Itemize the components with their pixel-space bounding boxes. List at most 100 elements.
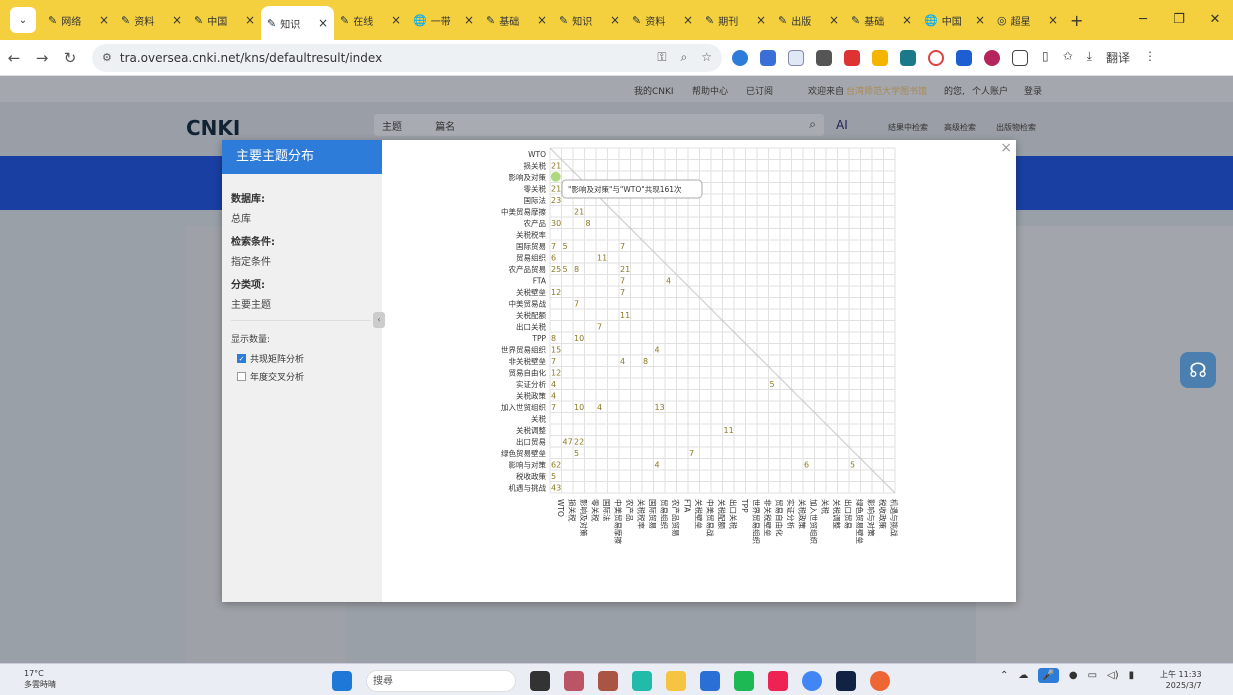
matrix-cell-value[interactable]: 8 xyxy=(586,219,591,228)
line-icon[interactable] xyxy=(734,671,754,691)
puzzle-icon[interactable] xyxy=(1012,49,1028,66)
publication-search-link[interactable]: 出版物检索 xyxy=(996,122,1036,133)
close-tab-icon[interactable]: × xyxy=(1048,13,1058,27)
star-icon[interactable]: ☆ xyxy=(701,50,712,65)
matrix-cell-value[interactable]: 7 xyxy=(689,449,694,458)
close-tab-icon[interactable]: × xyxy=(829,13,839,27)
advanced-search-link[interactable]: 高级检索 xyxy=(944,122,976,133)
matrix-cell-value[interactable]: 7 xyxy=(620,242,625,251)
microphone-icon[interactable]: 🎤 xyxy=(1038,668,1059,683)
sidebar-icon[interactable]: ▯ xyxy=(1042,49,1049,66)
matrix-cell-value[interactable]: 5 xyxy=(770,380,775,389)
highlight-marker[interactable] xyxy=(550,171,561,182)
url-field[interactable]: ⚙ tra.oversea.cnki.net/kns/defaultresult… xyxy=(92,43,722,72)
extension-icon[interactable] xyxy=(900,49,916,66)
task-view-icon[interactable] xyxy=(530,671,550,691)
matrix-cell-value[interactable]: 4 xyxy=(655,461,660,470)
browser-tab[interactable]: ✎ 知识 × xyxy=(553,6,626,34)
matrix-cell-value[interactable]: 11 xyxy=(724,426,734,435)
matrix-cell-value[interactable]: 30 xyxy=(551,219,561,228)
matrix-cell-value[interactable]: 4 xyxy=(666,277,671,286)
matrix-cell-value[interactable]: 5 xyxy=(563,265,568,274)
matrix-cell-value[interactable]: 47 xyxy=(563,438,573,447)
reload-icon[interactable]: ↻ xyxy=(56,49,84,67)
clock[interactable]: 上午 11:33 2025/3/7 xyxy=(1160,669,1202,691)
matrix-cell-value[interactable]: 7 xyxy=(574,300,579,309)
login-link[interactable]: 登录 xyxy=(1024,84,1042,97)
app-icon[interactable] xyxy=(700,671,720,691)
unchecked-box-icon[interactable] xyxy=(237,372,246,381)
browser-tab[interactable]: ✎ 在线 × xyxy=(334,6,407,34)
browser-tab[interactable]: ✎ 知识 × xyxy=(261,6,334,40)
ai-label[interactable]: AI xyxy=(836,118,848,132)
translate-label[interactable]: 翻译 xyxy=(1106,49,1130,66)
matrix-cell-value[interactable]: 7 xyxy=(597,323,602,332)
browser-tab[interactable]: 🌐 中国 × xyxy=(918,6,991,34)
close-window-icon[interactable]: ✕ xyxy=(1197,0,1233,40)
close-tab-icon[interactable]: × xyxy=(756,13,766,27)
browser-tab[interactable]: ✎ 基础 × xyxy=(845,6,918,34)
matrix-cell-value[interactable]: 7 xyxy=(620,277,625,286)
browser-tab[interactable]: ◎ 超星 × xyxy=(991,6,1064,34)
close-tab-icon[interactable]: × xyxy=(610,13,620,27)
matrix-cell-value[interactable]: 8 xyxy=(551,334,556,343)
network-icon[interactable]: ▭ xyxy=(1088,670,1097,681)
matrix-cell-value[interactable]: 12 xyxy=(551,288,561,297)
browser-tab[interactable]: ✎ 资料 × xyxy=(115,6,188,34)
matrix-cell-value[interactable]: 5 xyxy=(850,461,855,470)
matrix-cell-value[interactable]: 4 xyxy=(655,346,660,355)
battery-icon[interactable]: ▮ xyxy=(1129,670,1135,681)
institution-link[interactable]: 台湾师范大学图书馆 xyxy=(846,84,927,97)
matrix-cell-value[interactable]: 12 xyxy=(551,369,561,378)
back-icon[interactable]: ← xyxy=(0,49,28,67)
close-tab-icon[interactable]: × xyxy=(172,13,182,27)
minimize-icon[interactable]: ─ xyxy=(1125,0,1161,40)
chevron-up-icon[interactable]: ⌃ xyxy=(1000,670,1008,681)
close-tab-icon[interactable]: × xyxy=(318,16,328,30)
yearly-cross-option[interactable]: 年度交叉分析 xyxy=(237,370,304,383)
matrix-cell-value[interactable]: 6 xyxy=(551,254,556,263)
matrix-cell-value[interactable]: 4 xyxy=(597,403,602,412)
matrix-cell-value[interactable]: 11 xyxy=(620,311,630,320)
extension-icon[interactable] xyxy=(872,49,888,66)
app-icon[interactable] xyxy=(836,671,856,691)
extension-icon[interactable] xyxy=(844,49,860,66)
tab-list-button[interactable]: ⌄ xyxy=(10,7,36,33)
search-input[interactable]: 篇名 xyxy=(435,122,455,133)
matrix-cell-value[interactable]: 7 xyxy=(620,288,625,297)
matrix-cell-value[interactable]: 13 xyxy=(655,403,665,412)
extension-icon[interactable] xyxy=(788,49,804,66)
start-icon[interactable] xyxy=(332,671,352,691)
forward-icon[interactable]: → xyxy=(28,49,56,67)
taskbar-search[interactable]: 搜尋 xyxy=(366,670,516,692)
matrix-cell-value[interactable]: 8 xyxy=(643,357,648,366)
favorites-icon[interactable]: ✩ xyxy=(1063,49,1073,66)
matrix-cell-value[interactable]: 10 xyxy=(574,334,584,343)
matrix-cell-value[interactable]: 25 xyxy=(551,265,561,274)
app-icon[interactable] xyxy=(598,671,618,691)
app-icon[interactable] xyxy=(564,671,584,691)
search-in-results-link[interactable]: 结果中检索 xyxy=(888,122,928,133)
matrix-cell-value[interactable]: 4 xyxy=(551,392,556,401)
translate-ext-icon[interactable] xyxy=(760,49,776,66)
extension-icon[interactable] xyxy=(928,49,944,66)
matrix-cell-value[interactable]: 6 xyxy=(804,461,809,470)
weather-widget[interactable]: 17°C 多雲時晴 xyxy=(24,668,56,690)
help-link[interactable]: 帮助中心 xyxy=(692,84,728,97)
search-box[interactable]: 主题 篇名 ⌕ xyxy=(374,114,824,136)
search-field-select[interactable]: 主题 xyxy=(382,122,402,133)
site-info-icon[interactable]: ⚙ xyxy=(102,51,112,64)
matrix-cell-value[interactable]: 21 xyxy=(620,265,630,274)
matrix-cell-value[interactable]: 7 xyxy=(551,357,556,366)
app-icon[interactable] xyxy=(870,671,890,691)
matrix-cell-value[interactable]: 22 xyxy=(574,438,584,447)
matrix-cell-value[interactable]: 8 xyxy=(574,265,579,274)
matrix-cell-value[interactable]: 10 xyxy=(574,403,584,412)
close-tab-icon[interactable]: × xyxy=(391,13,401,27)
restore-icon[interactable]: ❐ xyxy=(1161,0,1197,40)
new-tab-button[interactable]: + xyxy=(1070,11,1083,30)
search-icon[interactable]: ⌕ xyxy=(809,117,816,132)
subscribed-link[interactable]: 已订阅 xyxy=(746,84,773,97)
menu-icon[interactable]: ⋮ xyxy=(1144,49,1156,66)
matrix-cell-value[interactable]: 5 xyxy=(574,449,579,458)
